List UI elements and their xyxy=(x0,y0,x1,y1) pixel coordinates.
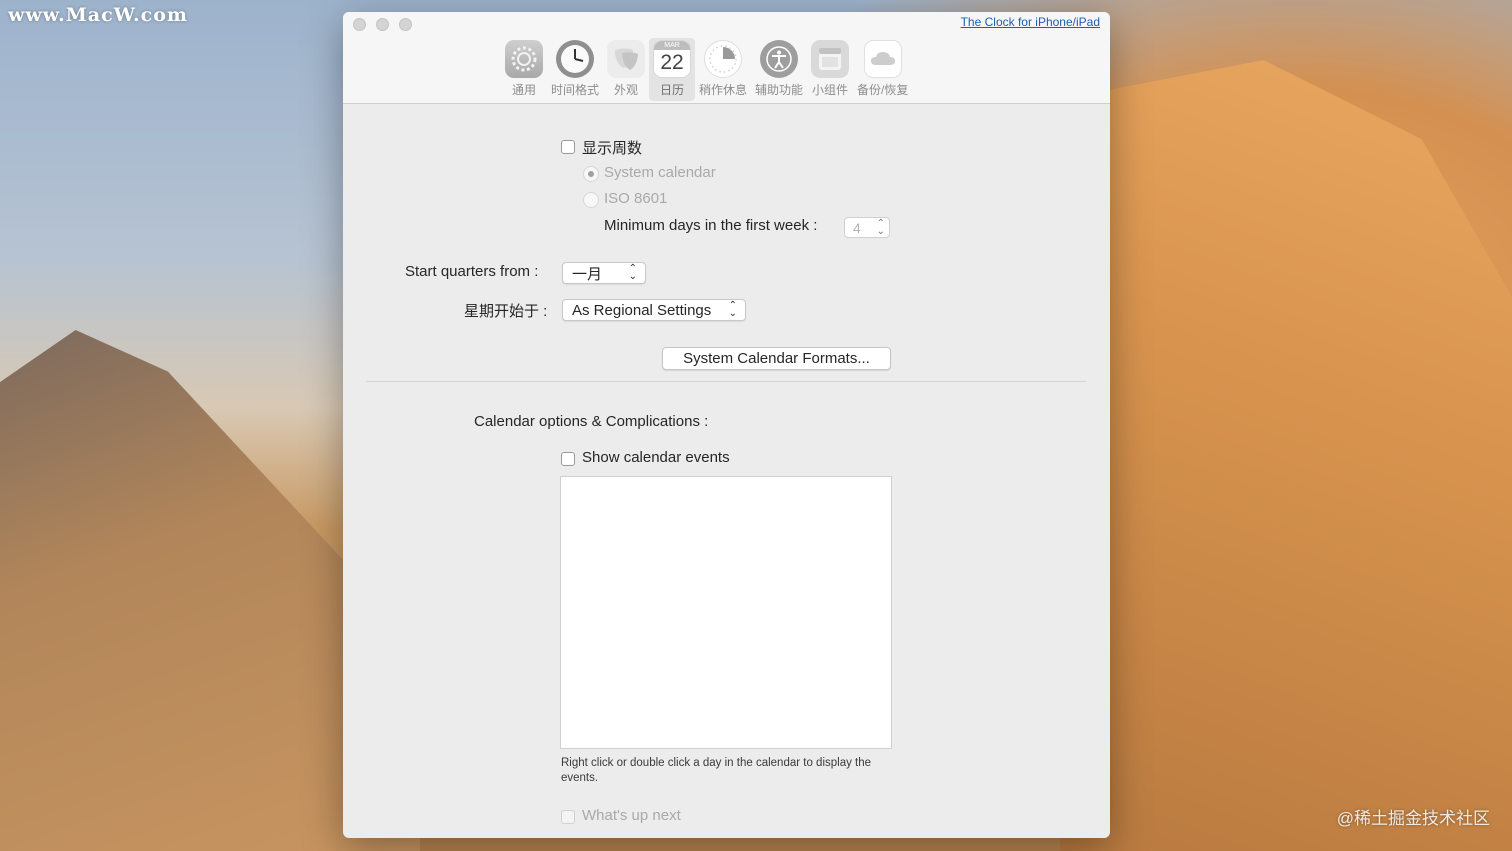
select-arrows-icon: ⌃ ⌄ xyxy=(728,300,737,319)
show-week-numbers-label: 显示周数 xyxy=(582,140,643,157)
watermark-top-left: www.MacW.com xyxy=(8,4,189,26)
desktop-dune-right xyxy=(1060,60,1512,851)
calendar-options-heading: Calendar options & Complications : xyxy=(474,413,709,430)
tab-widgets[interactable]: 小组件 xyxy=(807,38,853,101)
events-help-text: Right click or double click a day in the… xyxy=(561,757,872,784)
cloud-icon xyxy=(863,40,902,78)
calendar-day: 22 xyxy=(660,51,684,74)
widget-icon xyxy=(811,40,850,78)
system-calendar-label: System calendar xyxy=(604,164,716,181)
pie-timer-icon xyxy=(704,40,743,78)
tab-label: 辅助功能 xyxy=(755,83,804,97)
tab-label: 外观 xyxy=(614,83,639,97)
system-calendar-radio[interactable] xyxy=(583,166,599,182)
zoom-button[interactable] xyxy=(399,18,412,31)
week-starts-label: 星期开始于 : xyxy=(464,303,548,320)
whats-up-next-checkbox[interactable] xyxy=(561,810,575,824)
stepper-arrows-icon[interactable]: ⌃ ⌄ xyxy=(877,218,885,236)
tab-label: 日历 xyxy=(660,83,685,97)
week-starts-value: As Regional Settings xyxy=(572,301,712,319)
tab-label: 时间格式 xyxy=(551,83,600,97)
show-calendar-events-checkbox[interactable] xyxy=(561,452,575,466)
iso-8601-radio[interactable] xyxy=(583,192,599,208)
gear-icon xyxy=(505,40,543,78)
tab-calendar[interactable]: MAR 22 日历 xyxy=(649,38,696,101)
whats-up-next-label: What's up next xyxy=(582,807,681,824)
select-arrows-icon: ⌃ ⌄ xyxy=(628,263,637,282)
iso-8601-label: ISO 8601 xyxy=(604,190,668,207)
preferences-toolbar: The Clock for iPhone/iPad 通用 时间格式 外观 MAR… xyxy=(343,12,1110,104)
accessibility-icon xyxy=(760,40,799,78)
system-calendar-formats-button[interactable]: System Calendar Formats... xyxy=(662,347,891,370)
tab-general[interactable]: 通用 xyxy=(501,38,547,101)
min-days-value: 4 xyxy=(853,219,861,236)
clock-icon xyxy=(556,40,594,78)
start-quarters-select[interactable]: 一月 ⌃ ⌄ xyxy=(562,262,646,284)
tab-time-format[interactable]: 时间格式 xyxy=(547,38,603,101)
calendar-events-list[interactable] xyxy=(560,476,892,749)
min-days-stepper[interactable]: 4 ⌃ ⌄ xyxy=(844,217,890,238)
tab-take-a-break[interactable]: 稍作休息 xyxy=(695,38,751,101)
tab-label: 备份/恢复 xyxy=(857,83,909,97)
section-divider xyxy=(366,381,1086,382)
calendar-settings-panel: 显示周数 System calendar ISO 8601 Minimum da… xyxy=(343,104,1110,838)
preferences-window: The Clock for iPhone/iPad 通用 时间格式 外观 MAR… xyxy=(343,12,1110,838)
tab-label: 通用 xyxy=(511,83,536,97)
week-starts-select[interactable]: As Regional Settings ⌃ ⌄ xyxy=(562,299,746,321)
tab-backup-restore[interactable]: 备份/恢复 xyxy=(853,38,912,101)
tab-appearance[interactable]: 外观 xyxy=(603,38,649,101)
watermark-bottom-right: @稀土掘金技术社区 xyxy=(1336,809,1490,828)
start-quarters-value: 一月 xyxy=(572,265,603,283)
window-controls xyxy=(353,18,412,31)
show-week-numbers-checkbox[interactable] xyxy=(561,140,575,154)
iphone-ipad-link[interactable]: The Clock for iPhone/iPad xyxy=(961,15,1100,29)
preference-tabs: 通用 时间格式 外观 MAR 22 日历 稍作休息 辅助功能 小组件 备份/恢复 xyxy=(501,38,912,101)
calendar-month: MAR xyxy=(654,41,691,50)
tab-label: 稍作休息 xyxy=(699,83,748,97)
tab-label: 小组件 xyxy=(812,83,849,97)
calendar-icon: MAR 22 xyxy=(653,40,692,78)
close-button[interactable] xyxy=(353,18,366,31)
tab-accessibility[interactable]: 辅助功能 xyxy=(751,38,807,101)
min-days-label: Minimum days in the first week : xyxy=(604,217,818,234)
masks-icon xyxy=(607,40,646,78)
minimize-button[interactable] xyxy=(376,18,389,31)
start-quarters-label: Start quarters from : xyxy=(405,263,539,280)
show-calendar-events-label: Show calendar events xyxy=(582,449,730,466)
